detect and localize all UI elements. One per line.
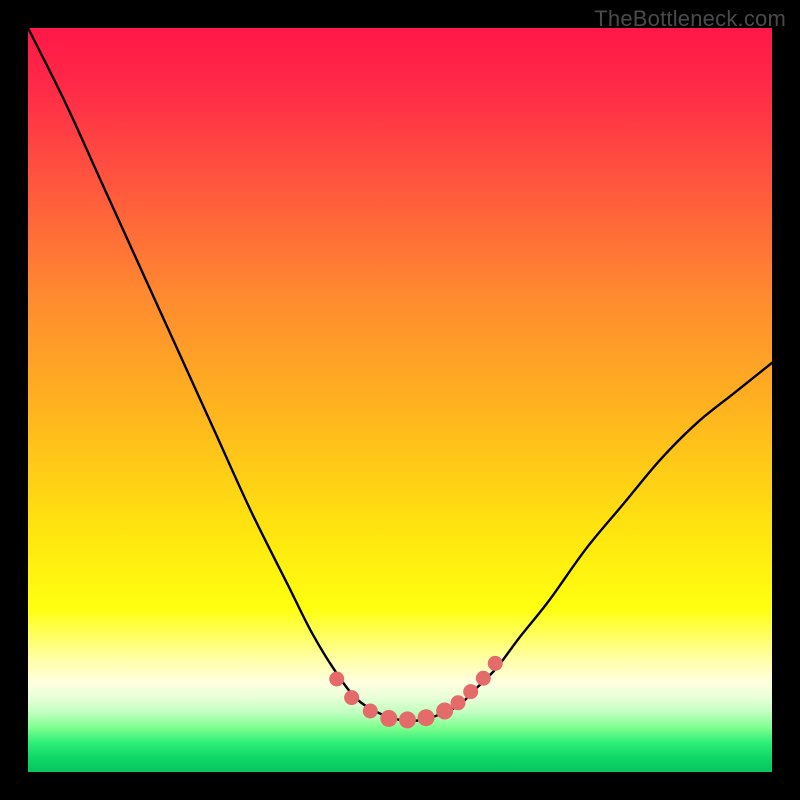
marker-dot <box>463 684 478 699</box>
marker-dot <box>329 672 344 687</box>
marker-dot <box>418 709 435 726</box>
marker-dot <box>363 703 378 718</box>
bottleneck-curve <box>28 28 772 721</box>
marker-dot <box>488 656 503 671</box>
plot-area <box>28 28 772 772</box>
marker-dot <box>344 690 359 705</box>
marker-dot <box>399 711 416 728</box>
marker-dot <box>380 710 397 727</box>
outer-frame: TheBottleneck.com <box>0 0 800 800</box>
curve-layer <box>28 28 772 772</box>
marker-dot <box>451 695 466 710</box>
marker-dot <box>436 702 453 719</box>
highlight-markers <box>329 656 502 729</box>
marker-dot <box>476 671 491 686</box>
